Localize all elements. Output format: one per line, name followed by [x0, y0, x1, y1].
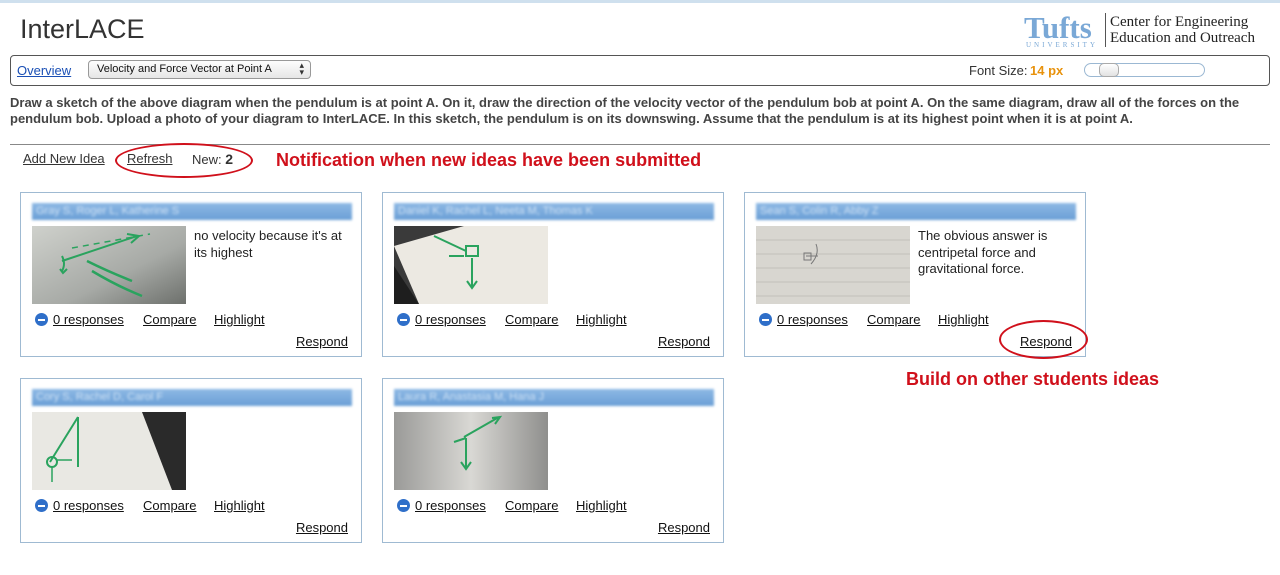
highlight-link[interactable]: Highlight [576, 498, 627, 513]
highlight-link[interactable]: Highlight [576, 312, 627, 327]
collapse-minus-icon[interactable] [759, 313, 772, 326]
overview-link[interactable]: Overview [17, 63, 71, 78]
app-title: InterLACE [20, 14, 145, 44]
compare-link[interactable]: Compare [505, 498, 558, 513]
respond-link[interactable]: Respond [296, 334, 348, 349]
compare-link[interactable]: Compare [143, 312, 196, 327]
logo-divider [1105, 13, 1106, 47]
respond-link[interactable]: Respond [296, 520, 348, 535]
logo-center-line2: Education and Outreach [1110, 30, 1255, 46]
collapse-minus-icon[interactable] [397, 499, 410, 512]
collapse-minus-icon[interactable] [35, 499, 48, 512]
highlight-link[interactable]: Highlight [938, 312, 989, 327]
font-size-value: 14 px [1030, 63, 1064, 78]
idea-photo[interactable] [32, 412, 186, 490]
highlight-link[interactable]: Highlight [214, 498, 265, 513]
add-new-idea-link[interactable]: Add New Idea [23, 151, 105, 166]
notification-annotation: Notification when new ideas have been su… [276, 150, 702, 170]
compare-link[interactable]: Compare [867, 312, 920, 327]
idea-photo[interactable] [32, 226, 186, 304]
responses-link[interactable]: 0 responses [415, 312, 486, 327]
question-select[interactable]: Velocity and Force Vector at Point A ▴ ▾ [88, 60, 311, 79]
idea-author-header: Daniel K, Rachel L, Neeta M, Thomas K [394, 203, 714, 220]
idea-card: Gray S, Roger L, Katherine S no velocity… [20, 192, 362, 357]
collapse-minus-icon[interactable] [397, 313, 410, 326]
tufts-ceeo-logo: Tufts UNIVERSITY Center for Engineering … [1024, 10, 1264, 50]
idea-card: Daniel K, Rachel L, Neeta M, Thomas K 0 … [382, 192, 724, 357]
font-size-label: Font Size: [969, 63, 1028, 78]
idea-author-header: Laura R, Anastasia M, Hana J [394, 389, 714, 406]
idea-photo[interactable] [394, 226, 548, 304]
idea-card: Cory S, Rachel D, Carol F 0 responses Co… [20, 378, 362, 543]
logo-center-line1: Center for Engineering [1110, 14, 1249, 30]
top-accent-line [0, 0, 1280, 3]
logo-subtitle: UNIVERSITY [1026, 41, 1098, 49]
idea-author-header: Sean S, Colin R, Abby Z [756, 203, 1076, 220]
respond-link[interactable]: Respond [658, 334, 710, 349]
font-size-slider[interactable] [1084, 63, 1205, 77]
compare-link[interactable]: Compare [143, 498, 196, 513]
responses-link[interactable]: 0 responses [777, 312, 848, 327]
toolbar: Overview Velocity and Force Vector at Po… [10, 55, 1270, 86]
idea-photo[interactable] [394, 412, 548, 490]
collapse-minus-icon[interactable] [35, 313, 48, 326]
idea-photo[interactable] [756, 226, 910, 304]
highlight-link[interactable]: Highlight [214, 312, 265, 327]
respond-annotation-ellipse [999, 320, 1088, 359]
refresh-annotation-ellipse [115, 143, 253, 178]
compare-link[interactable]: Compare [505, 312, 558, 327]
logo-center-name: Center for Engineering Education and Out… [1110, 14, 1255, 46]
question-select-value: Velocity and Force Vector at Point A [97, 63, 272, 75]
select-arrows-icon: ▴ ▾ [299, 60, 304, 77]
respond-link[interactable]: Respond [658, 520, 710, 535]
responses-link[interactable]: 0 responses [415, 498, 486, 513]
idea-text: no velocity because it's at its highest [194, 228, 342, 260]
idea-author-header: Gray S, Roger L, Katherine S [32, 203, 352, 220]
build-annotation: Build on other students ideas [906, 369, 1160, 389]
responses-link[interactable]: 0 responses [53, 498, 124, 513]
idea-author-header: Cory S, Rachel D, Carol F [32, 389, 352, 406]
idea-card: Laura R, Anastasia M, Hana J 0 responses… [382, 378, 724, 543]
question-prompt: Draw a sketch of the above diagram when … [10, 95, 1240, 126]
responses-link[interactable]: 0 responses [53, 312, 124, 327]
font-size-slider-thumb[interactable] [1099, 63, 1119, 77]
idea-text: The obvious answer is centripetal force … [918, 228, 1048, 276]
